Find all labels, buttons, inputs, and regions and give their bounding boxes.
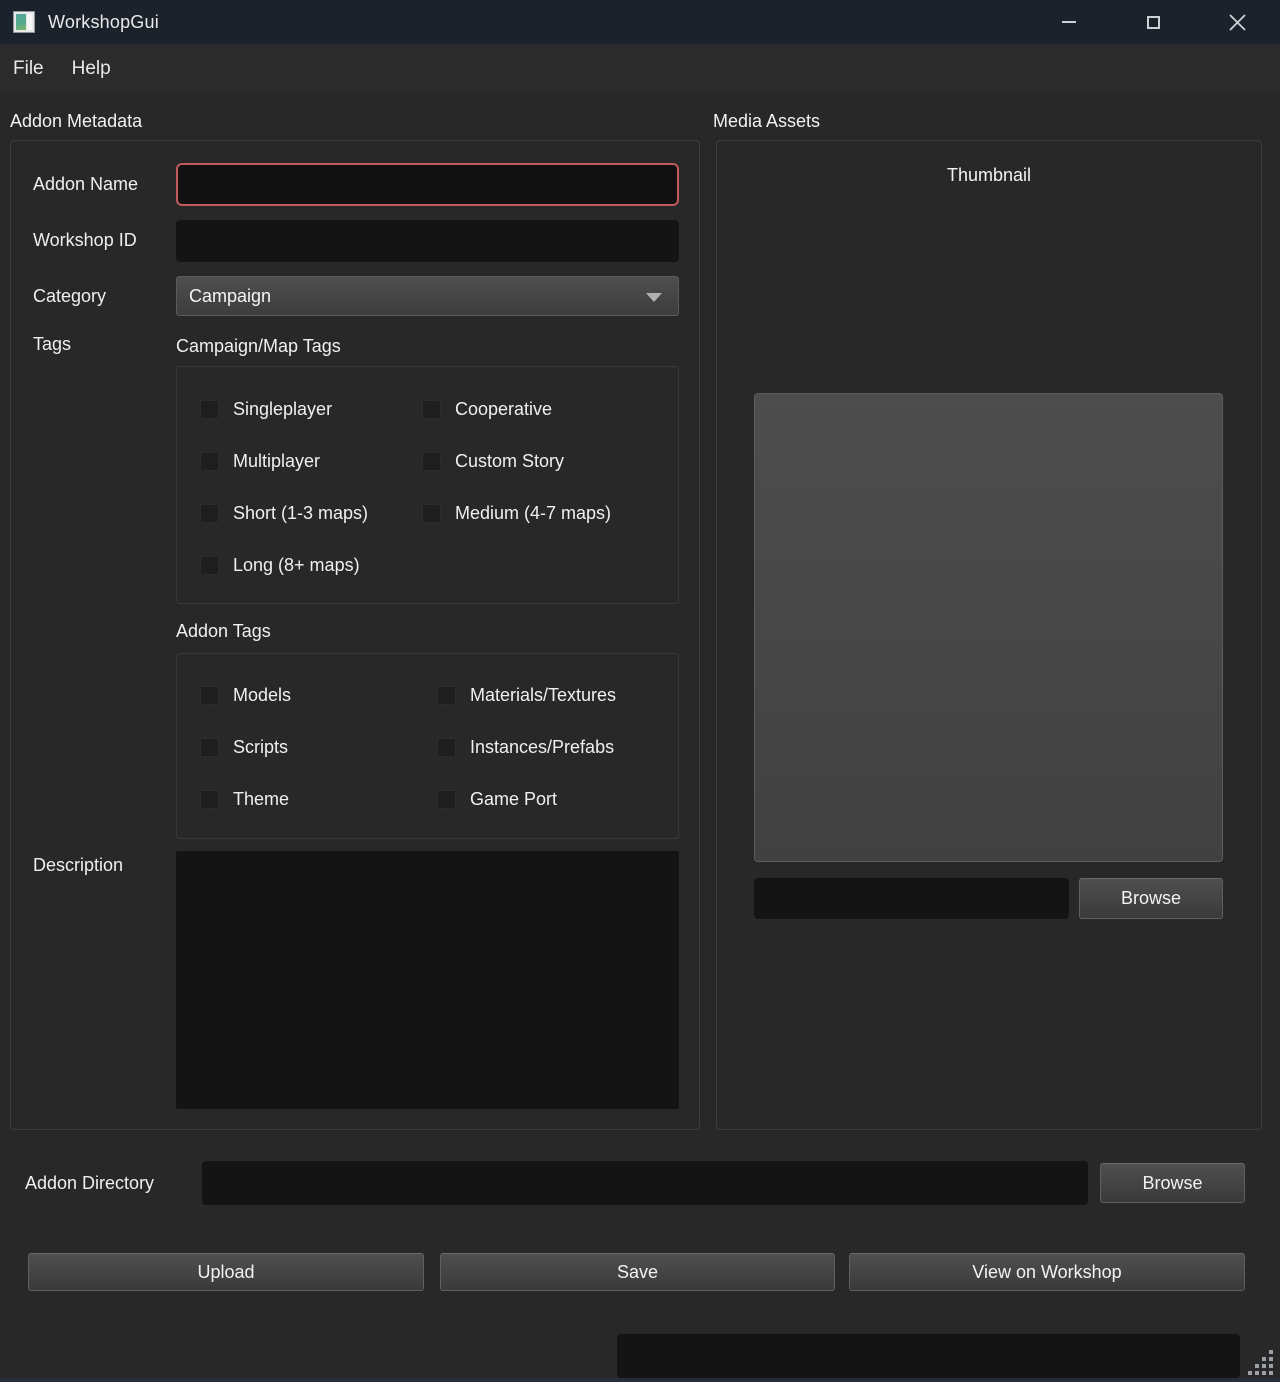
view-on-workshop-button[interactable]: View on Workshop [849,1253,1245,1291]
checkbox-label: Instances/Prefabs [470,737,614,758]
window-title: WorkshopGui [48,12,159,33]
menu-file[interactable]: File [0,44,58,94]
status-box [617,1334,1240,1378]
media-assets-groupbox: Thumbnail Browse [716,140,1262,1130]
checkbox-label: Cooperative [455,399,552,420]
checkbox-box[interactable] [422,452,441,471]
addon-metadata-section-title: Addon Metadata [10,111,142,132]
close-icon [1229,14,1246,31]
category-dropdown[interactable]: Campaign [176,276,679,316]
checkbox-box[interactable] [200,556,219,575]
checkbox-label: Custom Story [455,451,564,472]
description-textarea[interactable] [176,851,679,1109]
checkbox-box[interactable] [422,504,441,523]
maximize-button[interactable] [1130,0,1176,44]
checkbox-box[interactable] [200,738,219,757]
app-icon-image-part [16,14,26,30]
app-icon-image-part [27,14,32,30]
addon-name-label: Addon Name [33,174,138,195]
app-window: WorkshopGui File Help Addon Metadata Med… [0,0,1280,1382]
checkbox-materials-textures[interactable]: Materials/Textures [437,669,678,721]
campaign-map-tags-group: Singleplayer Cooperative Multiplayer Cus… [176,366,679,604]
checkbox-custom-story[interactable]: Custom Story [422,435,678,487]
addon-tags-title: Addon Tags [176,621,271,642]
checkbox-scripts[interactable]: Scripts [200,721,437,773]
checkbox-medium-maps[interactable]: Medium (4-7 maps) [422,487,678,539]
save-button[interactable]: Save [440,1253,835,1291]
checkbox-box[interactable] [200,452,219,471]
checkbox-label: Multiplayer [233,451,320,472]
checkbox-label: Singleplayer [233,399,332,420]
thumbnail-label: Thumbnail [717,165,1261,186]
menu-help[interactable]: Help [58,44,125,94]
checkbox-theme[interactable]: Theme [200,773,437,825]
window-controls [1008,0,1260,44]
workshop-id-label: Workshop ID [33,230,137,251]
checkbox-long-maps[interactable]: Long (8+ maps) [200,539,422,591]
thumbnail-path-input[interactable] [754,878,1069,919]
addon-directory-label: Addon Directory [25,1161,154,1205]
addon-directory-browse-button[interactable]: Browse [1100,1163,1245,1203]
checkbox-label: Medium (4-7 maps) [455,503,611,524]
campaign-map-tags-title: Campaign/Map Tags [176,336,341,357]
addon-tags-group: Models Materials/Textures Scripts Instan… [176,653,679,839]
resize-grip-icon[interactable] [1248,1350,1276,1378]
checkbox-box[interactable] [200,686,219,705]
thumbnail-preview [754,393,1223,862]
addon-directory-input[interactable] [202,1161,1088,1205]
checkbox-box[interactable] [200,400,219,419]
workshop-id-input[interactable] [176,220,679,262]
category-label: Category [33,286,106,307]
checkbox-label: Long (8+ maps) [233,555,360,576]
checkbox-label: Theme [233,789,289,810]
addon-metadata-groupbox: Addon Name Workshop ID Category Campaign… [10,140,700,1130]
checkbox-label: Models [233,685,291,706]
checkbox-singleplayer[interactable]: Singleplayer [200,383,422,435]
checkbox-label: Game Port [470,789,557,810]
checkbox-box[interactable] [437,790,456,809]
minimize-icon [1062,21,1076,23]
checkbox-box[interactable] [200,504,219,523]
checkbox-cooperative[interactable]: Cooperative [422,383,678,435]
upload-button[interactable]: Upload [28,1253,424,1291]
checkbox-multiplayer[interactable]: Multiplayer [200,435,422,487]
thumbnail-browse-button[interactable]: Browse [1079,878,1223,919]
checkbox-box[interactable] [200,790,219,809]
close-button[interactable] [1214,0,1260,44]
minimize-button[interactable] [1046,0,1092,44]
checkbox-label: Scripts [233,737,288,758]
titlebar: WorkshopGui [0,0,1280,44]
media-assets-section-title: Media Assets [713,111,820,132]
checkbox-game-port[interactable]: Game Port [437,773,678,825]
chevron-down-icon [646,293,662,302]
menubar: File Help [0,44,1280,94]
category-selected-value: Campaign [189,286,271,307]
description-label: Description [33,855,123,876]
checkbox-short-maps[interactable]: Short (1-3 maps) [200,487,422,539]
checkbox-box[interactable] [437,686,456,705]
checkbox-box[interactable] [422,400,441,419]
checkbox-label: Materials/Textures [470,685,616,706]
window-bottom-edge [0,1378,1280,1382]
addon-name-input[interactable] [176,163,679,206]
checkbox-models[interactable]: Models [200,669,437,721]
checkbox-box[interactable] [437,738,456,757]
maximize-icon [1147,16,1160,29]
checkbox-instances-prefabs[interactable]: Instances/Prefabs [437,721,678,773]
tags-label: Tags [33,334,71,355]
app-icon [13,11,35,33]
checkbox-label: Short (1-3 maps) [233,503,368,524]
